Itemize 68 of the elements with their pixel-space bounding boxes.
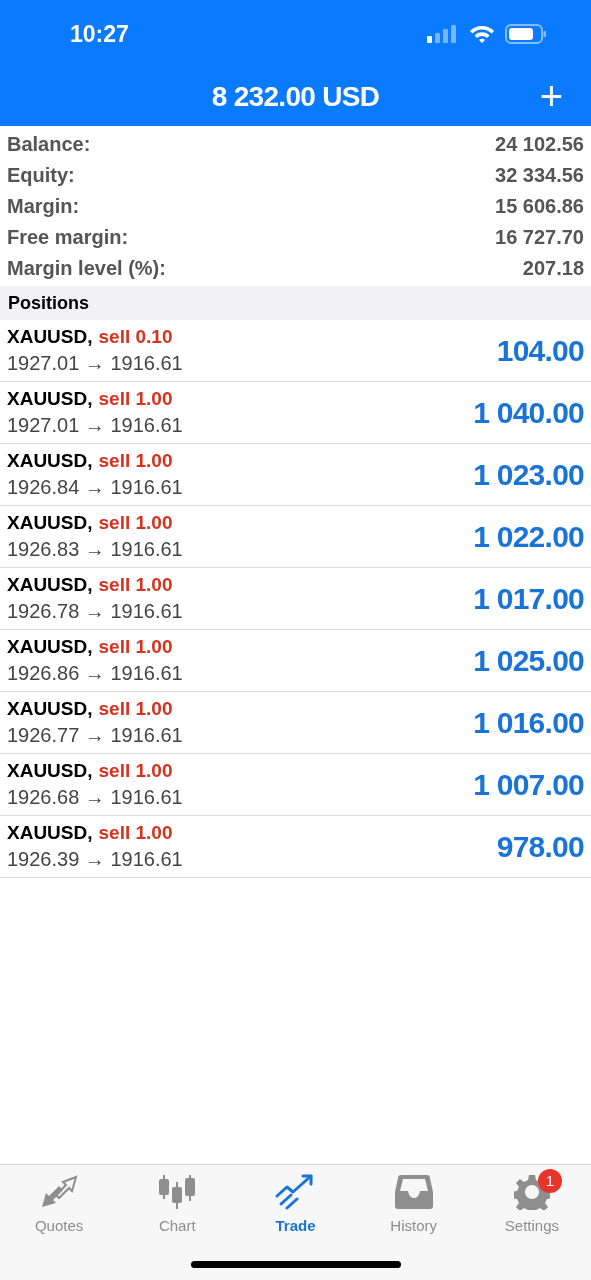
profit-value: 1 017.00 — [473, 581, 584, 617]
position-row[interactable]: XAUUSD, sell 1.00 1926.86 → 1916.61 1 025.00 — [0, 630, 591, 692]
order-type: sell 1.00 — [98, 386, 173, 411]
profit-value: 1 022.00 — [473, 519, 584, 555]
price-change: 1926.86 → 1916.61 — [7, 660, 183, 686]
position-symbol: XAUUSD, — [7, 758, 93, 783]
profit-value: 104.00 — [496, 333, 584, 369]
summary-label: Equity: — [7, 162, 75, 188]
position-row[interactable]: XAUUSD, sell 1.00 1926.78 → 1916.61 1 017.00 — [0, 568, 591, 630]
order-type: sell 1.00 — [98, 634, 173, 659]
summary-label: Balance: — [7, 131, 91, 157]
summary-value: 16 727.70 — [495, 224, 584, 250]
profit-value: 1 025.00 — [473, 643, 584, 679]
order-type: sell 1.00 — [98, 510, 173, 535]
status-time: 10:27 — [70, 19, 129, 49]
position-row[interactable]: XAUUSD, sell 0.10 1927.01 → 1916.61 104.00 — [0, 320, 591, 382]
position-symbol: XAUUSD, — [7, 820, 93, 845]
profit-value: 978.00 — [496, 829, 584, 865]
price-change: 1927.01 → 1916.61 — [7, 350, 183, 376]
battery-icon — [505, 24, 547, 44]
profit-value: 1 016.00 — [473, 705, 584, 741]
price-change: 1927.01 → 1916.61 — [7, 412, 183, 438]
tab[interactable]: Trade — [236, 1173, 355, 1238]
position-row[interactable]: XAUUSD, sell 1.00 1926.83 → 1916.61 1 022.00 — [0, 506, 591, 568]
position-symbol: XAUUSD, — [7, 510, 93, 535]
position-symbol: XAUUSD, — [7, 448, 93, 473]
order-type: sell 1.00 — [98, 448, 173, 473]
summary-label: Margin: — [7, 193, 80, 219]
order-type: sell 1.00 — [98, 696, 173, 721]
arrows-icon — [40, 1175, 79, 1209]
position-row[interactable]: XAUUSD, sell 1.00 1927.01 → 1916.61 1 040.00 — [0, 382, 591, 444]
balance-title: 8 232.00 USD — [211, 80, 380, 114]
position-row[interactable]: XAUUSD, sell 1.00 1926.84 → 1916.61 1 023.00 — [0, 444, 591, 506]
section-title: Positions — [8, 291, 89, 315]
price-change: 1926.68 → 1916.61 — [7, 784, 183, 810]
profit-value: 1 007.00 — [473, 767, 584, 803]
summary-label: Margin level (%): — [7, 255, 166, 281]
summary-value: 207.18 — [522, 255, 584, 281]
order-type: sell 1.00 — [98, 758, 173, 783]
wifi-icon — [469, 24, 495, 44]
position-row[interactable]: XAUUSD, sell 1.00 1926.68 → 1916.61 1 007.00 — [0, 754, 591, 816]
price-change: 1926.77 → 1916.61 — [7, 722, 183, 748]
trend-arrow-icon — [275, 1174, 316, 1210]
position-row[interactable]: XAUUSD, sell 1.00 1926.77 → 1916.61 1 016.00 — [0, 692, 591, 754]
position-symbol: XAUUSD, — [7, 386, 93, 411]
price-change: 1926.84 → 1916.61 — [7, 474, 183, 500]
order-type: sell 1.00 — [98, 572, 173, 597]
position-symbol: XAUUSD, — [7, 324, 93, 349]
price-change: 1926.83 → 1916.61 — [7, 536, 183, 562]
candlestick-icon — [158, 1174, 197, 1210]
position-symbol: XAUUSD, — [7, 634, 93, 659]
price-change: 1926.78 → 1916.61 — [7, 598, 183, 624]
summary-value: 15 606.86 — [495, 193, 584, 219]
price-change: 1926.39 → 1916.61 — [7, 846, 183, 872]
notification-badge: 1 — [537, 1169, 562, 1193]
order-type: sell 1.00 — [98, 820, 173, 845]
inbox-icon — [394, 1175, 433, 1209]
position-symbol: XAUUSD, — [7, 696, 93, 721]
position-symbol: XAUUSD, — [7, 572, 93, 597]
add-button[interactable]: + — [539, 74, 563, 118]
summary-value: 24 102.56 — [495, 131, 584, 157]
profit-value: 1 023.00 — [473, 457, 584, 493]
summary-label: Free margin: — [7, 224, 129, 250]
order-type: sell 0.10 — [98, 324, 173, 349]
profit-value: 1 040.00 — [473, 395, 584, 431]
signal-icon — [427, 25, 459, 43]
summary-value: 32 334.56 — [495, 162, 584, 188]
position-row[interactable]: XAUUSD, sell 1.00 1926.39 → 1916.61 978.00 — [0, 816, 591, 878]
